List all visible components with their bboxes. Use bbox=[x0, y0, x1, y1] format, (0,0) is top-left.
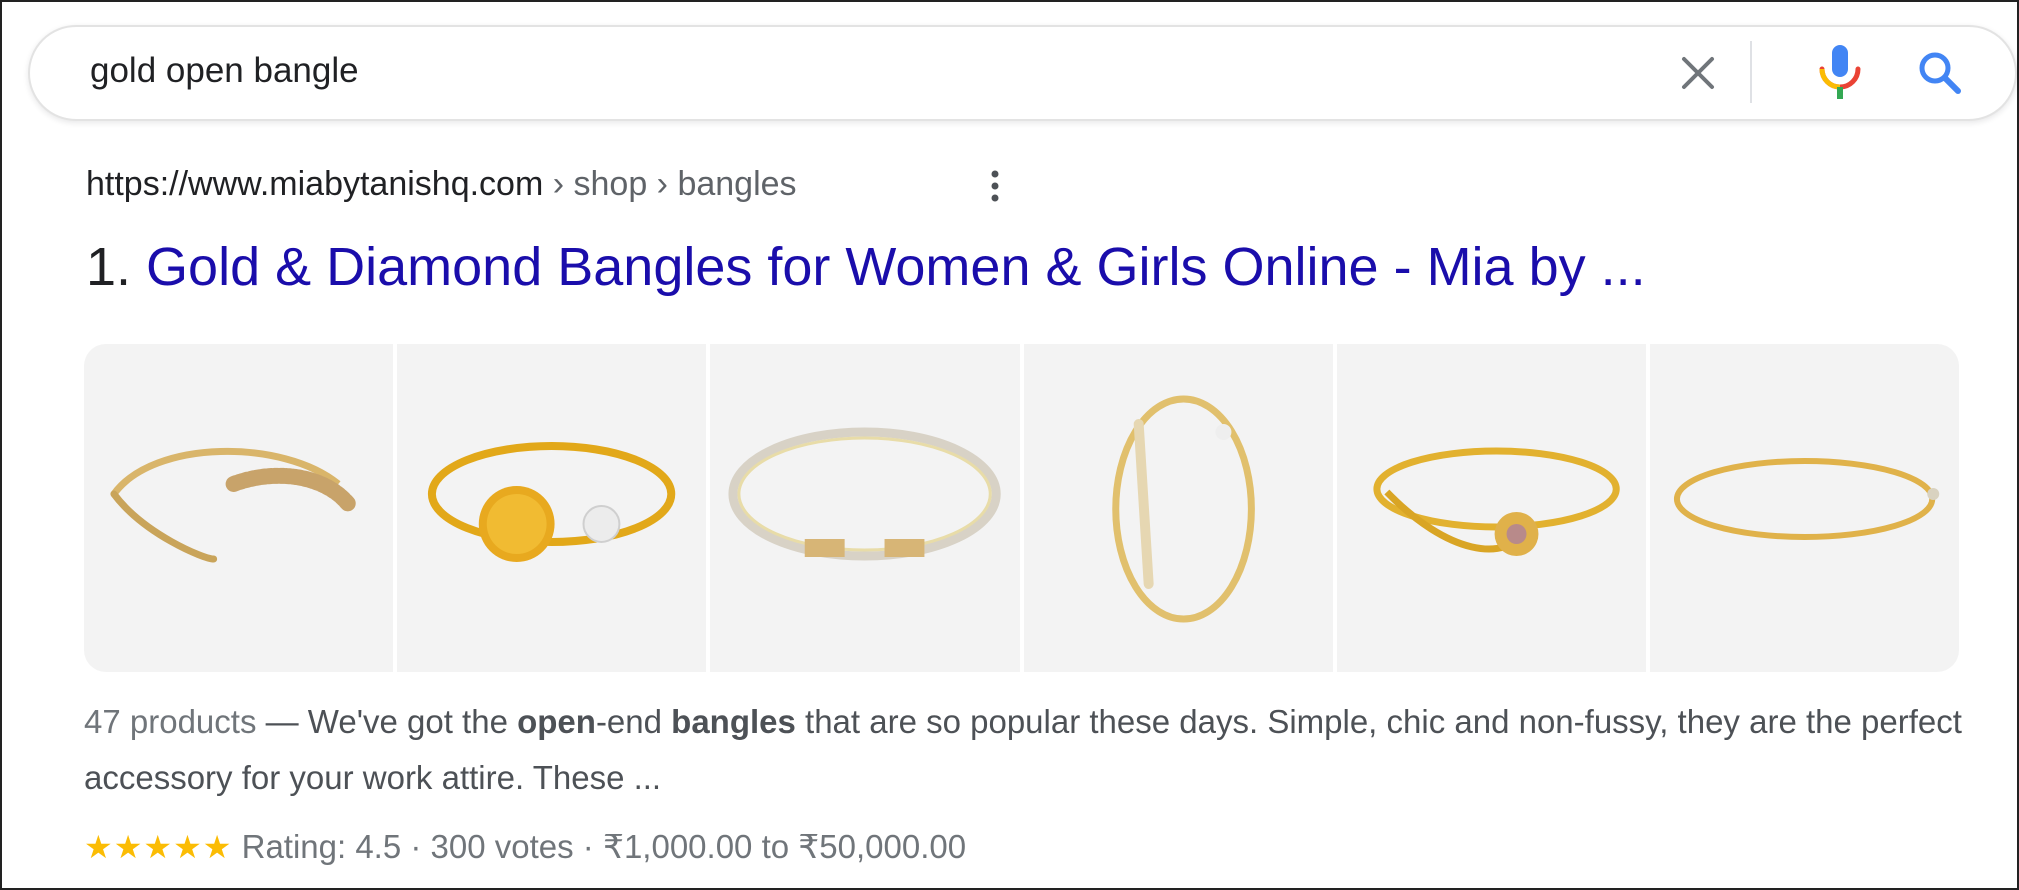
result-number: 1. bbox=[86, 237, 147, 297]
result-url-breadcrumbs: › shop › bangles bbox=[543, 165, 797, 203]
snippet-product-count: 47 products bbox=[84, 703, 257, 740]
search-bar[interactable]: gold open bangle bbox=[28, 25, 2017, 121]
product-image-5[interactable] bbox=[1336, 344, 1646, 672]
product-image-4[interactable] bbox=[1023, 344, 1333, 672]
result-url[interactable]: https://www.miabytanishq.com › shop › ba… bbox=[86, 162, 797, 206]
product-image-strip bbox=[84, 344, 1959, 672]
product-image-1[interactable] bbox=[84, 344, 394, 672]
product-image-6[interactable] bbox=[1649, 344, 1959, 672]
snippet-text-a: — We've got the bbox=[256, 703, 518, 740]
result-rating: ★★★★★ Rating: 4.5 · 300 votes · ₹1,000.0… bbox=[84, 822, 966, 872]
result-url-domain: https://www.miabytanishq.com bbox=[86, 165, 544, 203]
more-vert-icon[interactable] bbox=[980, 166, 1010, 206]
snippet-highlight-open: open bbox=[517, 703, 596, 740]
result-snippet: 47 products — We've got the open-end ban… bbox=[84, 694, 1964, 806]
snippet-text-b: -end bbox=[595, 703, 672, 740]
product-image-2[interactable] bbox=[397, 344, 707, 672]
star-icon: ★★★★★ bbox=[84, 829, 233, 865]
microphone-icon[interactable] bbox=[1810, 39, 1870, 105]
search-icon[interactable] bbox=[1910, 43, 1970, 103]
rating-text: Rating: 4.5 · 300 votes · ₹1,000.00 to ₹… bbox=[232, 828, 967, 865]
product-image-3[interactable] bbox=[710, 344, 1020, 672]
search-input[interactable]: gold open bangle bbox=[90, 47, 359, 95]
close-icon[interactable] bbox=[1670, 45, 1726, 101]
result-title-link[interactable]: Gold & Diamond Bangles for Women & Girls… bbox=[146, 237, 1646, 297]
result-title: 1. Gold & Diamond Bangles for Women & Gi… bbox=[86, 234, 1646, 300]
snippet-highlight-bangles: bangles bbox=[671, 703, 796, 740]
browser-frame: gold open bangle https://www.miabytanish… bbox=[0, 0, 2019, 890]
search-divider bbox=[1750, 41, 1752, 103]
